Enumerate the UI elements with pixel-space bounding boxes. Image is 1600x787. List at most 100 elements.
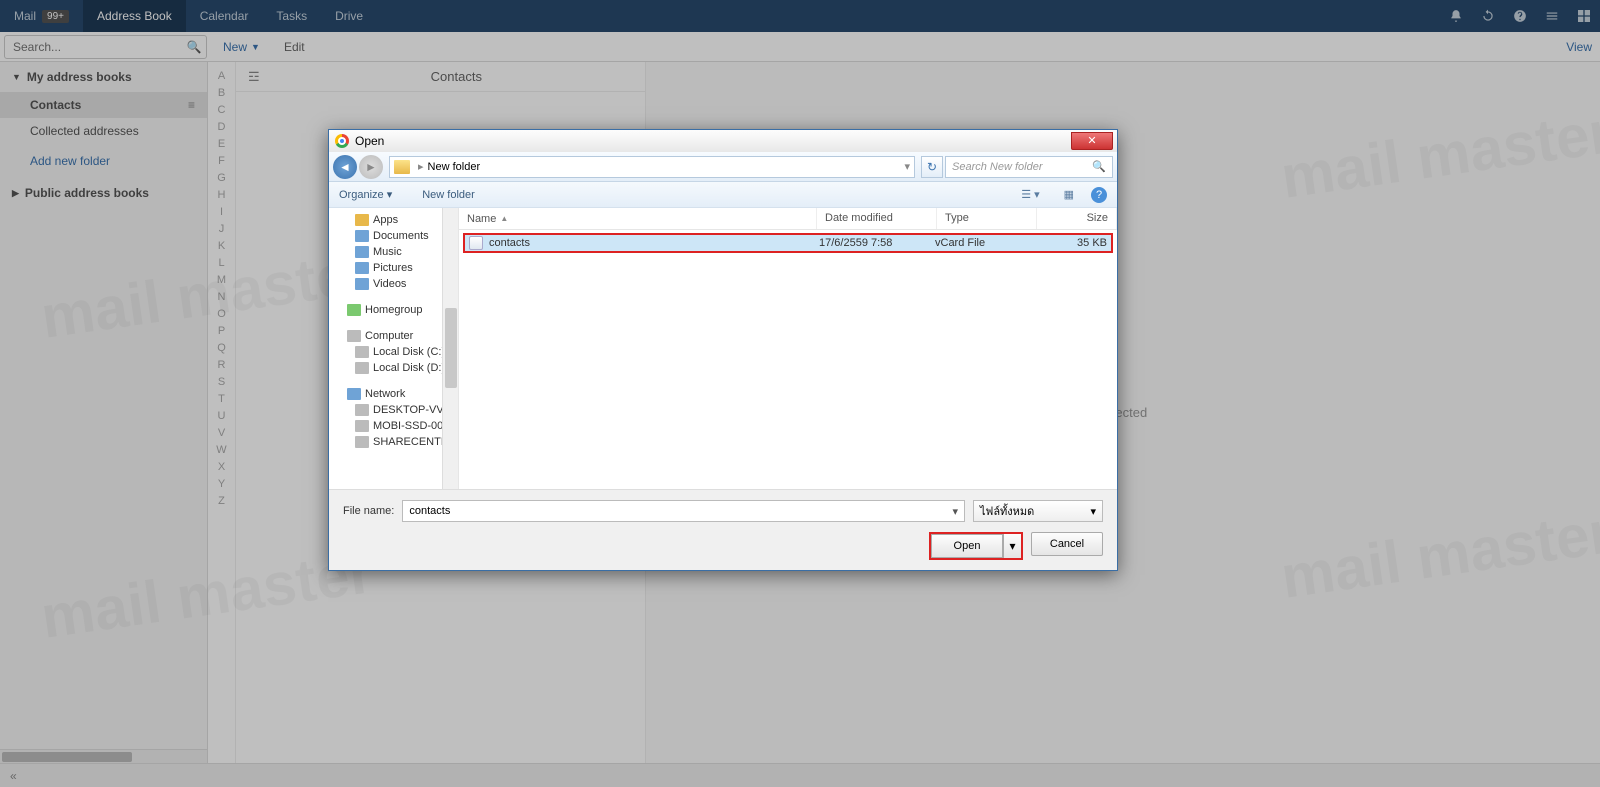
hamburger-icon[interactable]: ≡ <box>188 98 195 112</box>
view-button[interactable]: View <box>1566 32 1600 61</box>
chevron-down-icon[interactable]: ▾ <box>904 160 910 173</box>
col-date[interactable]: Date modified <box>817 208 937 229</box>
list-view-icon[interactable]: ☲ <box>248 69 260 85</box>
preview-pane-button[interactable]: ▦ <box>1057 185 1081 204</box>
col-name[interactable]: Name▲ <box>459 208 817 229</box>
tree-item-apps[interactable]: Apps <box>329 212 458 228</box>
cancel-button[interactable]: Cancel <box>1031 532 1103 556</box>
sidebar-group-my-books[interactable]: ▼ My address books <box>0 62 207 92</box>
nav-refresh-button[interactable]: ↻ <box>921 156 943 178</box>
alpha-letter[interactable]: A <box>208 68 235 85</box>
alpha-letter[interactable]: O <box>208 306 235 323</box>
sidebar-group-public-books[interactable]: ▶ Public address books <box>0 178 207 208</box>
menu-icon[interactable] <box>1536 0 1568 32</box>
view-mode-button[interactable]: ☰ ▾ <box>1014 185 1046 204</box>
alpha-letter[interactable]: Q <box>208 340 235 357</box>
alpha-letter[interactable]: H <box>208 187 235 204</box>
tree-item-net3[interactable]: SHARECENTER1 <box>329 434 458 450</box>
open-button[interactable]: Open <box>931 534 1003 558</box>
chevron-down-icon: ▾ <box>387 189 393 201</box>
sidebar-scrollbar[interactable] <box>0 749 207 763</box>
sidebar-item-contacts[interactable]: Contacts ≡ <box>0 92 207 118</box>
alpha-letter[interactable]: F <box>208 153 235 170</box>
alpha-letter[interactable]: D <box>208 119 235 136</box>
sidebar-item-collected[interactable]: Collected addresses <box>0 118 207 144</box>
close-button[interactable]: ✕ <box>1071 132 1113 150</box>
tree-item-disk-d[interactable]: Local Disk (D:) <box>329 360 458 376</box>
tree-scrollbar[interactable] <box>442 208 458 489</box>
search-input[interactable] <box>5 40 182 54</box>
tree-item-homegroup[interactable]: Homegroup <box>329 302 458 318</box>
dialog-search-box[interactable]: Search New folder 🔍 <box>945 156 1113 178</box>
tree-item-music[interactable]: Music <box>329 244 458 260</box>
alpha-letter[interactable]: Y <box>208 476 235 493</box>
chevron-down-icon[interactable]: ▾ <box>952 505 958 518</box>
filename-input[interactable]: contacts ▾ <box>402 500 965 522</box>
edit-button[interactable]: Edit <box>272 32 317 61</box>
collapse-sidebar-icon[interactable]: « <box>10 769 17 783</box>
alpha-letter[interactable]: E <box>208 136 235 153</box>
col-size[interactable]: Size <box>1037 208 1117 229</box>
alpha-letter[interactable]: X <box>208 459 235 476</box>
file-size: 35 KB <box>1031 237 1107 249</box>
tab-calendar[interactable]: Calendar <box>186 0 263 32</box>
filename-value: contacts <box>409 505 450 517</box>
alpha-letter[interactable]: N <box>208 289 235 306</box>
alpha-letter[interactable]: W <box>208 442 235 459</box>
alpha-letter[interactable]: S <box>208 374 235 391</box>
chrome-icon <box>335 134 349 148</box>
app-logo-icon[interactable] <box>1568 0 1600 32</box>
search-icon[interactable]: 🔍 <box>1092 160 1106 173</box>
tab-address-book[interactable]: Address Book <box>83 0 186 32</box>
alpha-letter[interactable]: J <box>208 221 235 238</box>
alpha-letter[interactable]: Z <box>208 493 235 510</box>
alpha-letter[interactable]: L <box>208 255 235 272</box>
footer-bar: « <box>0 763 1600 787</box>
help-icon[interactable] <box>1504 0 1536 32</box>
notifications-icon[interactable] <box>1440 0 1472 32</box>
add-folder-link[interactable]: Add new folder <box>0 144 207 178</box>
alpha-letter[interactable]: B <box>208 85 235 102</box>
search-icon[interactable]: 🔍 <box>182 40 206 54</box>
alpha-letter[interactable]: V <box>208 425 235 442</box>
tree-item-net1[interactable]: DESKTOP-VV0Q7 <box>329 402 458 418</box>
organize-button[interactable]: Organize ▾ <box>339 188 392 201</box>
col-type[interactable]: Type <box>937 208 1037 229</box>
alpha-letter[interactable]: K <box>208 238 235 255</box>
alpha-letter[interactable]: R <box>208 357 235 374</box>
scrollbar-thumb[interactable] <box>2 752 132 762</box>
sidebar-group-label: Public address books <box>25 186 149 200</box>
nav-forward-button[interactable]: ► <box>359 155 383 179</box>
alpha-letter[interactable]: G <box>208 170 235 187</box>
nav-back-button[interactable]: ◄ <box>333 155 357 179</box>
search-box[interactable]: 🔍 <box>4 35 207 59</box>
alpha-letter[interactable]: U <box>208 408 235 425</box>
tree-item-computer[interactable]: Computer <box>329 328 458 344</box>
tree-item-videos[interactable]: Videos <box>329 276 458 292</box>
new-button[interactable]: New ▼ <box>211 32 272 61</box>
open-split-button[interactable]: ▾ <box>1003 534 1021 558</box>
alpha-letter[interactable]: M <box>208 272 235 289</box>
alpha-letter[interactable]: C <box>208 102 235 119</box>
file-row[interactable]: contacts 17/6/2559 7:58 vCard File 35 KB <box>463 233 1113 253</box>
refresh-icon[interactable] <box>1472 0 1504 32</box>
dialog-titlebar[interactable]: Open ✕ <box>329 130 1117 152</box>
tree-item-net2[interactable]: MOBI-SSD-005-P <box>329 418 458 434</box>
alpha-letter[interactable]: T <box>208 391 235 408</box>
new-folder-button[interactable]: New folder <box>422 189 475 201</box>
alpha-letter[interactable]: I <box>208 204 235 221</box>
alpha-letter[interactable]: P <box>208 323 235 340</box>
tab-tasks[interactable]: Tasks <box>262 0 321 32</box>
chevron-down-icon: ▾ <box>1090 505 1096 518</box>
tree-item-documents[interactable]: Documents <box>329 228 458 244</box>
tab-mail[interactable]: Mail 99+ <box>0 0 83 32</box>
help-icon[interactable]: ? <box>1091 187 1107 203</box>
tree-item-pictures[interactable]: Pictures <box>329 260 458 276</box>
breadcrumb-path[interactable]: ▸ New folder ▾ <box>389 156 915 178</box>
tree-item-disk-c[interactable]: Local Disk (C:) <box>329 344 458 360</box>
tab-drive[interactable]: Drive <box>321 0 377 32</box>
file-type-filter[interactable]: ไฟล์ทั้งหมด ▾ <box>973 500 1103 522</box>
scrollbar-thumb[interactable] <box>445 308 457 388</box>
tree-item-network[interactable]: Network <box>329 386 458 402</box>
folder-icon <box>394 160 410 174</box>
